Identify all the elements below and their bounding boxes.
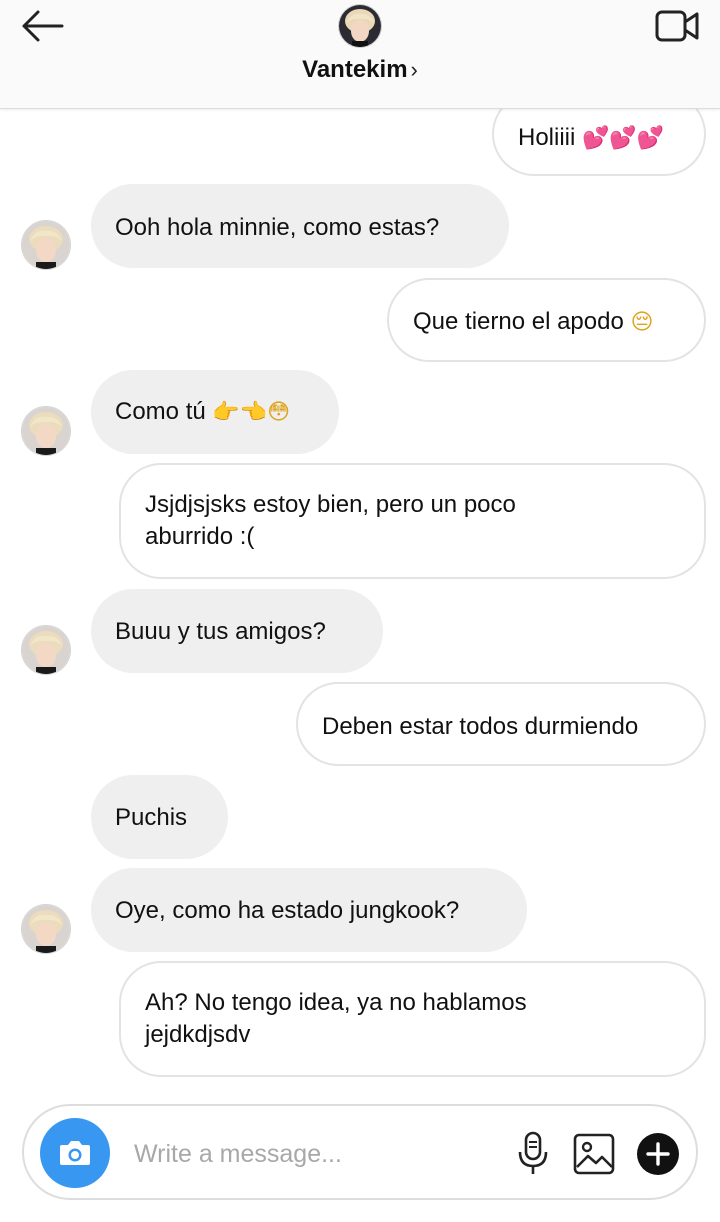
microphone-icon <box>518 1131 548 1174</box>
arrow-left-icon <box>22 10 64 42</box>
video-call-button[interactable] <box>654 8 700 44</box>
message-text: Oye, como ha estado jungkook? <box>115 897 460 924</box>
message-text: Que tierno el apodo <box>413 308 624 335</box>
message-text: Puchis <box>115 804 188 831</box>
sender-avatar[interactable] <box>21 904 71 954</box>
video-camera-icon <box>655 10 699 42</box>
message-bubble-outgoing[interactable]: Ah? No tengo idea, ya no hablamos jejdkd… <box>119 961 706 1077</box>
message-text: Como tú <box>115 398 206 425</box>
sender-avatar[interactable] <box>21 406 71 456</box>
message-input[interactable] <box>132 1132 506 1176</box>
camera-icon <box>60 1141 90 1165</box>
message-composer <box>22 1104 698 1200</box>
chevron-right-icon: › <box>410 57 418 82</box>
chat-header: Vantekim › <box>0 0 720 109</box>
message-bubble-incoming[interactable]: Ooh hola minnie, como estas? <box>91 184 509 268</box>
message-bubble-outgoing[interactable]: Que tierno el apodo 😔 <box>387 278 706 362</box>
voice-message-button[interactable] <box>514 1130 552 1176</box>
back-button[interactable] <box>18 8 66 44</box>
message-bubble-incoming[interactable]: Oye, como ha estado jungkook? <box>91 868 527 952</box>
more-options-button[interactable] <box>636 1132 680 1176</box>
pensive-face-emoji: 😔 <box>630 310 654 335</box>
contact-name: Vantekim <box>302 56 408 83</box>
contact-name-button[interactable]: Vantekim › <box>0 56 720 84</box>
message-text: Jsjdjsjsks estoy bien, pero un poco abur… <box>145 491 516 550</box>
gallery-button[interactable] <box>572 1132 616 1176</box>
message-bubble-outgoing[interactable]: Deben estar todos durmiendo <box>296 682 706 766</box>
message-text: Buuu y tus amigos? <box>115 618 326 645</box>
image-icon <box>573 1133 615 1175</box>
message-text: Ooh hola minnie, como estas? <box>115 214 440 241</box>
contact-avatar[interactable] <box>338 4 382 48</box>
pointing-fingers-emoji: 👉👈😳 <box>212 400 291 425</box>
message-bubble-incoming[interactable]: Buuu y tus amigos? <box>91 589 383 673</box>
sender-avatar[interactable] <box>21 625 71 675</box>
message-text: Holiiii <box>518 124 576 151</box>
message-text: Ah? No tengo idea, ya no hablamos jejdkd… <box>145 989 527 1048</box>
sender-avatar[interactable] <box>21 220 71 270</box>
plus-circle-icon <box>637 1133 679 1175</box>
dm-screen: Vantekim › Holiiii 💕💕💕 Ooh hola minnie, c… <box>0 0 720 1222</box>
hearts-emoji: 💕💕💕 <box>582 126 665 151</box>
message-text: Deben estar todos durmiendo <box>322 713 639 740</box>
message-bubble-incoming[interactable]: Como tú 👉👈😳 <box>91 370 339 454</box>
camera-button[interactable] <box>40 1118 110 1188</box>
message-bubble-outgoing[interactable]: Jsjdjsjsks estoy bien, pero un poco abur… <box>119 463 706 579</box>
message-bubble-incoming[interactable]: Puchis <box>91 775 228 859</box>
